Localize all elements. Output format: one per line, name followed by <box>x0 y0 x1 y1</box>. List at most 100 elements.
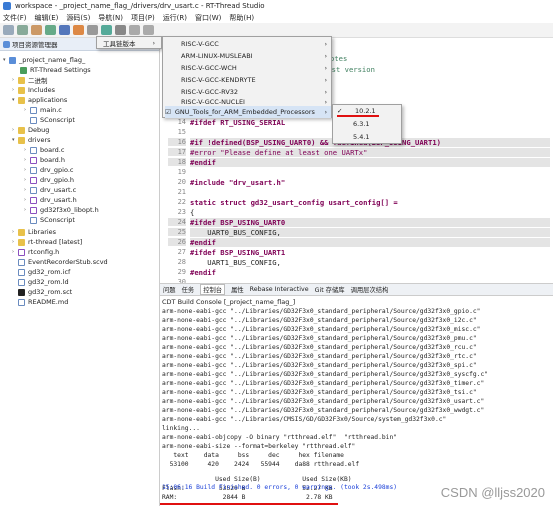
menu-help[interactable]: 帮助(H) <box>229 13 254 23</box>
menu-run[interactable]: 运行(R) <box>163 13 187 23</box>
console-line: arm-none-eabi-size --format=berkeley "rt… <box>162 443 356 450</box>
search-icon[interactable] <box>115 25 126 35</box>
tree-item[interactable]: gd32_rom.ld <box>18 277 69 287</box>
line-number: 23 <box>177 208 186 216</box>
bottom-tabs: 问题 任务 控制台 属性 Rebase Interactive Git 存储库 … <box>160 284 553 296</box>
version-submenu: ✓ 10.2.1 6.3.1 5.4.1 <box>332 104 402 144</box>
tree-item[interactable]: gd32_rom.icf <box>18 267 70 277</box>
toolchain-icon[interactable] <box>73 25 84 35</box>
tab-call-hierarchy[interactable]: 调用层次结构 <box>351 285 389 294</box>
tree-item[interactable]: › Libraries <box>12 227 56 237</box>
watermark: CSDN @lljss2020 <box>440 485 545 500</box>
tree-item[interactable]: › board.c <box>24 145 64 155</box>
tree-item[interactable]: › drv_gpio.c <box>24 165 73 175</box>
menu-item-toolchain[interactable]: RISC-V-GCC-KENDRYTE › <box>181 74 331 86</box>
line-number: 26 <box>168 238 186 246</box>
tree-item[interactable]: README.md <box>18 297 68 307</box>
tree-item[interactable]: › drv_usart.h <box>24 195 77 205</box>
code-line: #ifdef RT_USING_SERIAL <box>190 118 286 127</box>
menu-item-toolchain[interactable]: RISC-V-GCC-WCH › <box>181 62 331 74</box>
tree-item[interactable]: ▾ _project_name_flag_ <box>3 55 85 65</box>
line-number: 22 <box>177 198 186 206</box>
menu-project[interactable]: 项目(P) <box>131 13 155 23</box>
tree-item[interactable]: › rt-thread [latest] <box>12 237 82 247</box>
console-line: arm-none-eabi-gcc "../Libraries/GD32F3x0… <box>162 326 481 333</box>
tree-item[interactable]: › Includes <box>12 85 55 95</box>
menu-file[interactable]: 文件(F) <box>3 13 27 23</box>
menu-item-toolchain-version[interactable]: 工具链版本 › <box>103 37 159 49</box>
menu-item-toolchain[interactable]: ARM-LINUX-MUSLEABI › <box>181 50 331 62</box>
line-number: 19 <box>177 168 186 176</box>
console-line: arm-none-eabi-gcc "../Libraries/CMSIS/GD… <box>162 416 447 423</box>
code-line: #endif <box>190 158 550 167</box>
console-line: arm-none-eabi-gcc "../Libraries/GD32F3x0… <box>162 407 485 414</box>
tree-item[interactable]: › main.c <box>24 105 62 115</box>
settings-icon[interactable] <box>87 25 98 35</box>
tab-rebase[interactable]: Rebase Interactive <box>250 286 309 293</box>
code-line: #endif <box>190 268 216 277</box>
file-icon <box>18 258 25 266</box>
toolchain-submenu: RISC-V-GCC › ARM-LINUX-MUSLEABI › RISC-V-G… <box>162 36 332 118</box>
console-line: arm-none-eabi-gcc "../Libraries/GD32F3x0… <box>162 389 477 396</box>
folder-icon <box>3 40 10 48</box>
tree-item[interactable]: › rtconfig.h <box>12 247 59 257</box>
back-icon[interactable] <box>129 25 140 35</box>
new-icon[interactable] <box>3 25 14 35</box>
debug-icon[interactable] <box>45 25 56 35</box>
console-line: 53100 420 2424 55944 da88 rtthread.elf <box>162 461 360 468</box>
chevron-right-icon: › <box>324 40 327 48</box>
folder-icon <box>18 228 25 236</box>
save-icon[interactable] <box>17 25 28 35</box>
code-line: #ifdef BSP_USING_UART0 <box>190 218 550 227</box>
tab-git[interactable]: Git 存储库 <box>315 285 345 294</box>
build-finished-line: 15:06:16 Build Finished. 0 errors, 0 war… <box>162 484 398 491</box>
line-number: 17 <box>168 148 186 156</box>
tree-item[interactable]: › 二进制 <box>12 75 48 85</box>
download-icon[interactable] <box>59 25 70 35</box>
tab-console[interactable]: 控制台 <box>200 284 226 295</box>
console-line: arm-none-eabi-gcc "../Libraries/GD32F3x0… <box>162 398 485 405</box>
menu-item-toolchain-selected[interactable]: ☑ GNU_Tools_for_ARM_Embedded_Processors › <box>165 106 331 118</box>
menu-item-toolchain[interactable]: RISC-V-GCC › <box>181 38 331 50</box>
tab-problems[interactable]: 问题 <box>163 285 176 294</box>
console-line: RAM: 2844 B 2.78 KB <box>162 494 333 501</box>
chevron-right-icon: › <box>324 76 327 84</box>
tree-item[interactable]: › drv_gpio.h <box>24 175 74 185</box>
red-underline <box>160 503 338 505</box>
menu-item-version[interactable]: 6.3.1 <box>353 118 401 130</box>
tab-tasks[interactable]: 任务 <box>182 285 195 294</box>
line-number: 21 <box>177 188 186 196</box>
project-icon <box>9 56 16 64</box>
chevron-right-icon: › <box>324 88 327 96</box>
folder-icon <box>18 86 25 94</box>
code-line: #include "drv_usart.h" <box>190 178 286 187</box>
menu-source[interactable]: 源码(S) <box>66 13 90 23</box>
tree-item[interactable]: SConscript <box>30 215 75 225</box>
menu-navigate[interactable]: 导航(N) <box>98 13 123 23</box>
code-line: #error "Please define at least one UARTx… <box>190 148 550 157</box>
tree-item[interactable]: › drv_usart.c <box>24 185 76 195</box>
line-number: 24 <box>168 218 186 226</box>
tree-item[interactable]: gd32_rom.sct <box>18 287 72 297</box>
comment-fragment: otes <box>330 54 348 63</box>
tree-item[interactable]: ▾ applications <box>12 95 67 105</box>
tree-item[interactable]: › gd32f3x0_libopt.h <box>24 205 99 215</box>
menu-edit[interactable]: 编辑(E) <box>35 13 59 23</box>
tab-properties[interactable]: 属性 <box>231 285 244 294</box>
menu-window[interactable]: 窗口(W) <box>195 13 221 23</box>
tree-item[interactable]: SConscript <box>30 115 75 125</box>
run-icon[interactable] <box>101 25 112 35</box>
file-icon <box>30 116 37 124</box>
h-file-icon <box>30 196 37 204</box>
tree-item[interactable]: › board.h <box>24 155 65 165</box>
project-explorer-title: 项目资源管理器 <box>12 41 58 49</box>
app-icon <box>3 2 11 10</box>
forward-icon[interactable] <box>143 25 154 35</box>
build-icon[interactable] <box>31 25 42 35</box>
tree-item[interactable]: EventRecorderStub.scvd <box>18 257 108 267</box>
tree-item[interactable]: RT-Thread Settings <box>20 65 91 75</box>
menu-item-version[interactable]: 5.4.1 <box>353 131 401 143</box>
tree-item[interactable]: › Debug <box>12 125 49 135</box>
console-line: arm-none-eabi-gcc "../Libraries/GD32F3x0… <box>162 344 477 351</box>
tree-item[interactable]: ▾ drivers <box>12 135 51 145</box>
